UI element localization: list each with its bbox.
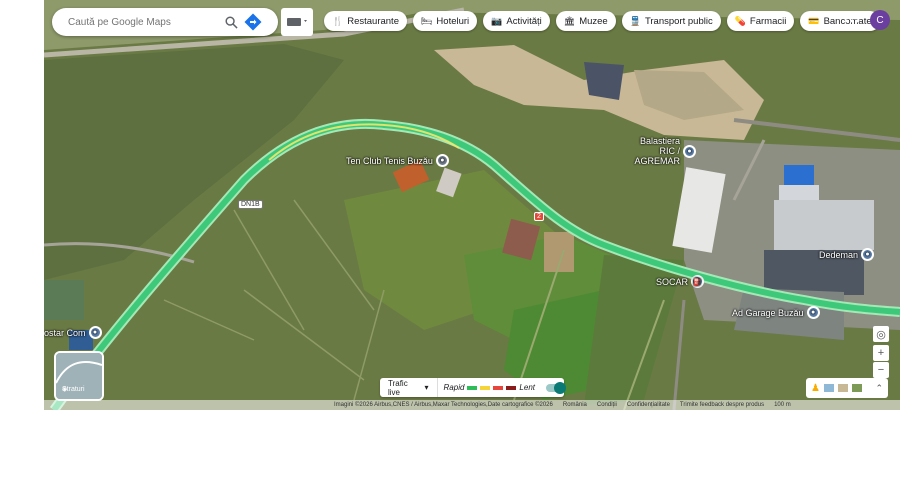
place-tennis-club[interactable]: Ten Club Tenis Buzău ● — [346, 154, 449, 167]
chip-farmacii[interactable]: 💊 Farmacii — [726, 11, 795, 31]
search-icon[interactable] — [220, 11, 242, 33]
keyboard-button[interactable] — [281, 8, 313, 36]
place-label: Ad Garage Buzău — [732, 307, 804, 318]
preview-thumb-icon[interactable] — [823, 384, 834, 392]
place-label: Balastiera RIC / AGREMAR — [634, 136, 680, 166]
traffic-fast-swatch — [467, 385, 478, 390]
atm-icon: 💳 — [808, 15, 820, 26]
search-box[interactable] — [52, 8, 278, 36]
traffic-slow-label: Lent — [519, 383, 535, 392]
chip-label: Hoteluri — [436, 15, 470, 27]
place-costar[interactable]: ostar Com ● — [44, 326, 102, 339]
road-number-badge: DN1B — [238, 200, 263, 209]
chip-label: Farmacii — [749, 15, 787, 27]
traffic-medium-swatch — [480, 385, 491, 390]
directions-icon[interactable] — [242, 11, 264, 33]
my-location-button[interactable]: ◎ — [873, 326, 889, 342]
preview-thumb-icon[interactable] — [851, 384, 862, 392]
scale-bar[interactable]: 100 m — [774, 402, 791, 408]
satellite-imagery — [44, 0, 900, 410]
hotel-icon: 🛏 — [420, 15, 433, 26]
expand-icon[interactable]: ⌃ — [875, 383, 883, 394]
chip-bancomate[interactable]: 💳Bancomate — [800, 11, 880, 31]
camera-icon: 📷 — [491, 15, 503, 26]
dropdown-arrow-icon: ▾ — [424, 383, 429, 392]
map-preview-controls: ♟ ⌃ — [806, 378, 888, 398]
pegman-icon[interactable]: ♟ — [811, 383, 820, 394]
chip-label: Transport public — [644, 15, 713, 27]
place-label: Ten Club Tenis Buzău — [346, 155, 433, 166]
chip-activitati[interactable]: 📷 Activități — [483, 11, 550, 31]
chip-label: Muzee — [579, 15, 608, 27]
garage-pin-icon: ● — [806, 306, 820, 319]
traffic-legend: Trafic live ▾ Rapid Lent — [380, 378, 566, 397]
map-viewport[interactable]: Ten Club Tenis Buzău ● Balastiera RIC / … — [44, 0, 900, 410]
traffic-toggle[interactable] — [546, 381, 566, 394]
traffic-jam-swatch — [506, 385, 517, 390]
chip-restaurante[interactable]: 🍴 Restaurante — [324, 11, 407, 31]
museum-icon: 🏛 — [563, 15, 576, 26]
chip-hoteluri[interactable]: 🛏 Hoteluri — [412, 11, 478, 31]
place-dedeman[interactable]: Dedeman ● — [819, 248, 875, 261]
fuel-pin-icon: ⛽ — [691, 275, 705, 288]
zoom-in-button[interactable]: + — [873, 345, 889, 361]
transit-icon: 🚆 — [629, 15, 641, 26]
shop-pin-icon: ● — [861, 248, 875, 261]
zoom-out-button[interactable]: − — [873, 362, 889, 378]
plus-icon: + — [877, 347, 885, 359]
place-socar[interactable]: SOCAR ⛽ — [656, 275, 705, 288]
sport-pin-icon: ● — [435, 154, 449, 167]
search-input[interactable] — [66, 15, 220, 29]
chip-transport-public[interactable]: 🚆 Transport public — [621, 11, 721, 31]
traffic-scale: Rapid Lent — [438, 381, 566, 394]
layers-label: Straturi — [62, 386, 85, 393]
traffic-label: Trafic live — [388, 378, 408, 397]
road-number-badge: 2 — [534, 212, 544, 221]
feedback-link[interactable]: Trimite feedback despre produs — [680, 402, 764, 408]
traffic-dropdown[interactable]: Trafic live ▾ — [380, 378, 438, 397]
terms-link[interactable]: Condiții — [597, 402, 617, 408]
imagery-credits: Imagini ©2026 Airbus,CNES / Airbus,Maxar… — [334, 402, 553, 408]
category-chips: 🍴 Restaurante 🛏 Hoteluri 📷 Activități 🏛 Muze… — [324, 11, 880, 31]
minus-icon: − — [877, 364, 885, 376]
pharmacy-icon: 💊 — [734, 15, 746, 26]
place-label: ostar Com — [44, 327, 86, 338]
shop-pin-icon: ● — [88, 326, 102, 339]
chip-label: Restaurante — [347, 15, 399, 27]
place-garage[interactable]: Ad Garage Buzău ● — [732, 306, 820, 319]
chip-muzee[interactable]: 🏛 Muzee — [555, 11, 616, 31]
place-label: SOCAR — [656, 276, 689, 287]
traffic-fast-label: Rapid — [443, 383, 465, 392]
restaurant-icon: 🍴 — [332, 15, 344, 26]
layers-button[interactable]: ◈ Straturi — [54, 351, 104, 401]
account-avatar[interactable]: C — [870, 10, 890, 30]
place-label: Dedeman — [819, 249, 859, 260]
my-location-icon: ◎ — [876, 328, 886, 341]
place-balastiera[interactable]: Balastiera RIC / AGREMAR ● — [624, 136, 696, 166]
apps-grid-icon[interactable] — [844, 13, 860, 29]
privacy-link[interactable]: Confidențialitate — [627, 402, 670, 408]
traffic-slow-swatch — [493, 385, 504, 390]
map-footer: Imagini ©2026 Airbus,CNES / Airbus,Maxar… — [44, 400, 900, 410]
country-link[interactable]: România — [563, 402, 587, 408]
shop-pin-icon: ● — [683, 144, 696, 158]
chip-label: Activități — [506, 15, 542, 27]
preview-thumb-icon[interactable] — [837, 384, 848, 392]
keyboard-icon — [287, 18, 307, 26]
